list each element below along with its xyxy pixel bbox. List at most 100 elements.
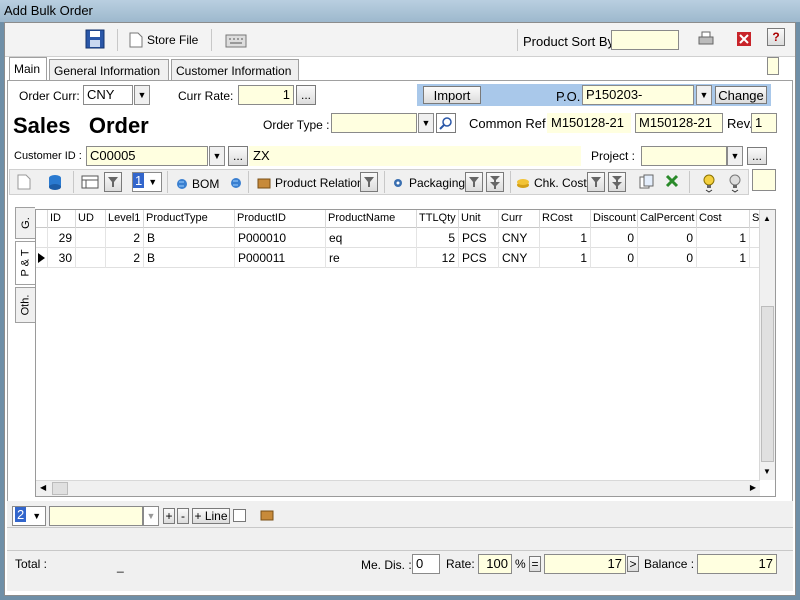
po-dropdown[interactable]: ▼	[696, 85, 712, 105]
packaging-label: Packaging	[409, 176, 466, 190]
order-type-search-button[interactable]	[436, 113, 456, 133]
grid-layout-icon[interactable]	[81, 175, 99, 189]
percent-label: %	[515, 557, 526, 571]
tab-general-information[interactable]: General Information	[49, 59, 169, 81]
store-file-button[interactable]: Store File	[129, 32, 198, 48]
column-header[interactable]: CalPercent	[638, 210, 697, 228]
add-line-button[interactable]: + Line	[192, 508, 230, 524]
line-type-input[interactable]	[49, 506, 143, 526]
order-type-dropdown[interactable]: ▼	[418, 113, 434, 133]
page-title: Sales Order	[13, 113, 149, 138]
order-curr-label: Order Curr:	[19, 89, 80, 103]
copy-icon[interactable]	[639, 174, 655, 190]
help-button[interactable]: ?	[767, 28, 785, 46]
bom-button[interactable]: BOM	[176, 177, 219, 191]
column-header[interactable]: UD	[76, 210, 106, 228]
line-type-dropdown[interactable]: ▼	[143, 506, 159, 526]
curr-rate-input[interactable]: 1	[238, 85, 294, 105]
rate-input[interactable]: 100	[478, 554, 512, 574]
column-header[interactable]: ID	[48, 210, 76, 228]
side-tab-other[interactable]: Oth.	[15, 287, 35, 323]
plus-button[interactable]: +	[163, 508, 175, 524]
cell-product-type: B	[144, 248, 235, 268]
table-row[interactable]: 29 2 B P000010 eq 5 PCS CNY 1 0 0 1	[36, 228, 760, 248]
cell-product-name: eq	[326, 228, 417, 248]
horizontal-scrollbar[interactable]: ◀ ▶	[36, 480, 760, 496]
close-button[interactable]	[737, 32, 751, 46]
table-row[interactable]: 30 2 B P000011 re 12 PCS CNY 1 0 0 1	[36, 248, 760, 268]
minus-button[interactable]: -	[177, 508, 189, 524]
packaging-button[interactable]: Packaging	[391, 176, 465, 190]
column-header[interactable]: ProductType	[144, 210, 235, 228]
tab-main[interactable]: Main	[9, 57, 47, 81]
scroll-right-icon[interactable]: ▶	[750, 483, 756, 492]
database-icon[interactable]	[47, 174, 63, 190]
equals-button[interactable]: =	[529, 556, 541, 572]
project-select[interactable]	[641, 146, 727, 166]
save-button[interactable]	[85, 29, 105, 49]
box-icon[interactable]	[260, 509, 274, 522]
divider	[510, 171, 511, 193]
check-cost-button[interactable]: Chk. Cost	[516, 176, 587, 190]
project-lookup-button[interactable]: ...	[747, 147, 767, 165]
scroll-up-icon[interactable]: ▲	[763, 214, 771, 223]
apply-arrow-button[interactable]: >	[627, 556, 639, 572]
document-icon[interactable]	[17, 174, 31, 190]
customer-id-dropdown[interactable]: ▼	[209, 146, 225, 166]
amount-field: 17	[544, 554, 626, 574]
tab-customer-information[interactable]: Customer Information	[171, 59, 299, 81]
horizontal-scroll-thumb[interactable]	[52, 482, 68, 495]
globe-icon[interactable]	[230, 177, 242, 189]
line-checkbox[interactable]	[233, 509, 246, 522]
lightbulb-off-icon[interactable]	[727, 173, 743, 193]
chevron-down-icon: ▼	[212, 151, 222, 161]
order-curr-dropdown[interactable]: ▼	[134, 85, 150, 105]
vertical-scroll-thumb[interactable]	[761, 306, 774, 462]
column-header[interactable]: Curr	[499, 210, 540, 228]
me-dis-input[interactable]: 0	[412, 554, 440, 574]
check-cost-filter-all-button[interactable]	[608, 172, 626, 192]
packaging-filter-all-button[interactable]	[486, 172, 504, 192]
column-header[interactable]: Discount	[591, 210, 638, 228]
column-header[interactable]: Unit	[459, 210, 499, 228]
order-curr-select[interactable]: CNY	[83, 85, 133, 105]
keyboard-button[interactable]	[225, 31, 247, 49]
rev-input[interactable]: 1	[751, 113, 777, 133]
chevron-down-icon: ▼	[699, 90, 709, 100]
check-cost-filter-button[interactable]	[587, 172, 605, 192]
common-ref-field-1[interactable]: M150128-21	[547, 113, 631, 133]
filter-button[interactable]	[104, 172, 122, 192]
print-button[interactable]	[697, 31, 715, 47]
column-header[interactable]: ProductName	[326, 210, 417, 228]
scroll-left-icon[interactable]: ◀	[40, 483, 46, 492]
side-tab-general[interactable]: G.	[15, 207, 35, 239]
product-relation-filter-button[interactable]	[360, 172, 378, 192]
side-tab-pt[interactable]: P & T	[15, 241, 35, 285]
scroll-down-icon[interactable]: ▼	[763, 467, 771, 476]
check-cost-label: Chk. Cost	[534, 176, 587, 190]
level-select[interactable]: 1 ▼	[132, 172, 162, 192]
order-type-select[interactable]	[331, 113, 417, 133]
line-count-select[interactable]: 2 ▼	[12, 506, 46, 526]
import-button[interactable]: Import	[423, 86, 481, 104]
chevron-down-icon: ▼	[137, 90, 147, 100]
floppy-icon	[85, 29, 105, 49]
column-header[interactable]: ProductID	[235, 210, 326, 228]
column-header[interactable]: Cost	[697, 210, 750, 228]
column-header[interactable]: RCost	[540, 210, 591, 228]
po-input[interactable]: P150203-	[582, 85, 694, 105]
lightbulb-on-icon[interactable]	[701, 173, 717, 193]
project-dropdown[interactable]: ▼	[727, 146, 743, 166]
customer-lookup-button[interactable]: ...	[228, 146, 248, 166]
product-relation-button[interactable]: Product Relation	[257, 176, 364, 190]
common-ref-field-2[interactable]: M150128-21	[635, 113, 723, 133]
packaging-filter-button[interactable]	[465, 172, 483, 192]
product-sort-input[interactable]	[611, 30, 679, 50]
delete-icon[interactable]	[665, 174, 679, 188]
column-header[interactable]: TTLQty	[417, 210, 459, 228]
column-header[interactable]: Level1	[106, 210, 144, 228]
curr-rate-button[interactable]: ...	[296, 85, 316, 105]
vertical-scrollbar[interactable]: ▲ ▼	[759, 210, 775, 480]
customer-id-input[interactable]: C00005	[86, 146, 208, 166]
change-button[interactable]: Change	[715, 86, 767, 104]
